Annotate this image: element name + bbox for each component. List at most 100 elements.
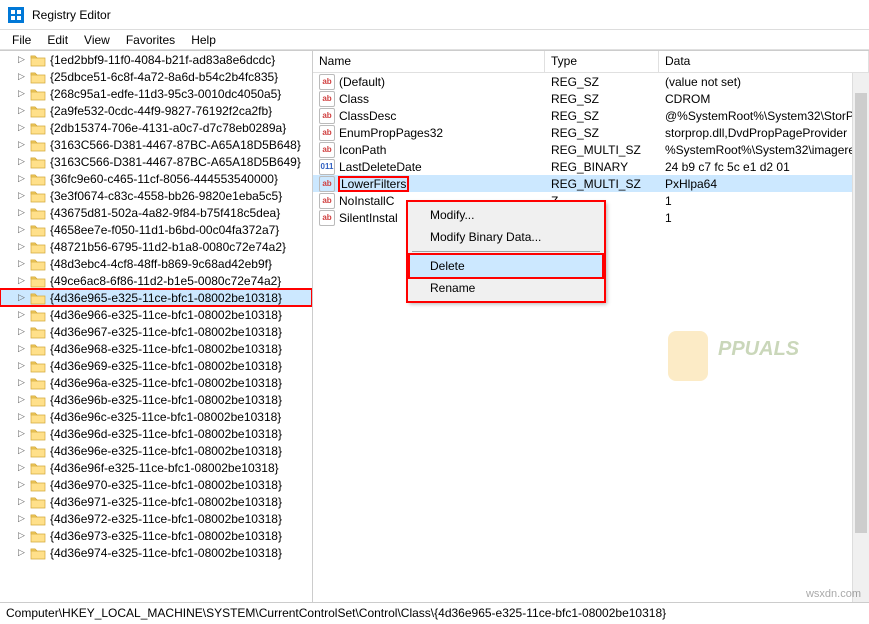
list-row[interactable]: abClassREG_SZCDROM	[313, 90, 869, 107]
tree-item[interactable]: ▷{3163C566-D381-4467-87BC-A65A18D5B649}	[0, 153, 312, 170]
tree-item[interactable]: ▷{4d36e965-e325-11ce-bfc1-08002be10318}	[0, 289, 312, 306]
expand-icon[interactable]: ▷	[16, 173, 27, 184]
tree-pane[interactable]: ▷{1ed2bbf9-11f0-4084-b21f-ad83a8e6dcdc}▷…	[0, 51, 313, 602]
expand-icon[interactable]: ▷	[16, 71, 27, 82]
expand-icon[interactable]: ▷	[16, 258, 27, 269]
folder-icon	[30, 393, 46, 407]
folder-icon	[30, 308, 46, 322]
tree-item[interactable]: ▷{1ed2bbf9-11f0-4084-b21f-ad83a8e6dcdc}	[0, 51, 312, 68]
tree-item[interactable]: ▷{43675d81-502a-4a82-9f84-b75f418c5dea}	[0, 204, 312, 221]
folder-icon	[30, 172, 46, 186]
folder-icon	[30, 495, 46, 509]
expand-icon[interactable]: ▷	[16, 241, 27, 252]
expand-icon[interactable]: ▷	[16, 479, 27, 490]
menu-file[interactable]: File	[4, 31, 39, 49]
ctx-modify[interactable]: Modify...	[410, 204, 602, 226]
tree-item[interactable]: ▷{4d36e974-e325-11ce-bfc1-08002be10318}	[0, 544, 312, 561]
expand-icon[interactable]: ▷	[16, 156, 27, 167]
expand-icon[interactable]: ▷	[16, 394, 27, 405]
tree-item[interactable]: ▷{49ce6ac8-6f86-11d2-b1e5-0080c72e74a2}	[0, 272, 312, 289]
list-row[interactable]: abEnumPropPages32REG_SZstorprop.dll,DvdP…	[313, 124, 869, 141]
folder-icon	[30, 325, 46, 339]
value-name: NoInstallC	[339, 194, 394, 208]
col-data[interactable]: Data	[659, 51, 869, 72]
expand-icon[interactable]: ▷	[16, 343, 27, 354]
expand-icon[interactable]: ▷	[16, 513, 27, 524]
list-row[interactable]: abIconPathREG_MULTI_SZ%SystemRoot%\Syste…	[313, 141, 869, 158]
folder-icon	[30, 104, 46, 118]
tree-item-label: {4d36e973-e325-11ce-bfc1-08002be10318}	[50, 529, 282, 543]
tree-item[interactable]: ▷{4d36e96f-e325-11ce-bfc1-08002be10318}	[0, 459, 312, 476]
list-row[interactable]: 011LastDeleteDateREG_BINARY24 b9 c7 fc 5…	[313, 158, 869, 175]
tree-item[interactable]: ▷{25dbce51-6c8f-4a72-8a6d-b54c2b4fc835}	[0, 68, 312, 85]
value-type: REG_MULTI_SZ	[545, 143, 659, 157]
expand-icon[interactable]: ▷	[16, 292, 27, 303]
tree-item[interactable]: ▷{2a9fe532-0cdc-44f9-9827-76192f2ca2fb}	[0, 102, 312, 119]
expand-icon[interactable]: ▷	[16, 530, 27, 541]
folder-icon	[30, 444, 46, 458]
menu-favorites[interactable]: Favorites	[118, 31, 183, 49]
tree-item[interactable]: ▷{36fc9e60-c465-11cf-8056-444553540000}	[0, 170, 312, 187]
tree-item[interactable]: ▷{4d36e96c-e325-11ce-bfc1-08002be10318}	[0, 408, 312, 425]
list-row[interactable]: abLowerFiltersREG_MULTI_SZPxHlpa64	[313, 175, 869, 192]
tree-item[interactable]: ▷{48721b56-6795-11d2-b1a8-0080c72e74a2}	[0, 238, 312, 255]
tree-item[interactable]: ▷{4d36e96b-e325-11ce-bfc1-08002be10318}	[0, 391, 312, 408]
expand-icon[interactable]: ▷	[16, 428, 27, 439]
menu-view[interactable]: View	[76, 31, 118, 49]
tree-item[interactable]: ▷{3163C566-D381-4467-87BC-A65A18D5B648}	[0, 136, 312, 153]
expand-icon[interactable]: ▷	[16, 309, 27, 320]
tree-item[interactable]: ▷{3e3f0674-c83c-4558-bb26-9820e1eba5c5}	[0, 187, 312, 204]
tree-item[interactable]: ▷ {268c95a1-edfe-11d3-95c3-0010dc4050a5}	[0, 85, 312, 102]
tree-item[interactable]: ▷{2db15374-706e-4131-a0c7-d7c78eb0289a}	[0, 119, 312, 136]
menu-help[interactable]: Help	[183, 31, 224, 49]
expand-icon[interactable]: ▷	[16, 190, 27, 201]
scrollbar-list[interactable]	[852, 73, 869, 602]
value-data: storprop.dll,DvdPropPageProvider	[659, 126, 869, 140]
expand-icon[interactable]: ▷	[16, 377, 27, 388]
expand-icon[interactable]: ▷	[16, 275, 27, 286]
value-type: REG_SZ	[545, 92, 659, 106]
expand-icon[interactable]: ▷	[16, 139, 27, 150]
ctx-rename[interactable]: Rename	[410, 277, 602, 299]
tree-item[interactable]: ▷{4658ee7e-f050-11d1-b6bd-00c04fa372a7}	[0, 221, 312, 238]
expand-icon[interactable]: ▷	[16, 54, 27, 65]
expand-icon[interactable]: ▷	[16, 445, 27, 456]
expand-icon[interactable]: ▷	[16, 411, 27, 422]
folder-icon	[30, 529, 46, 543]
value-name-cell: ab(Default)	[313, 74, 545, 90]
tree-item[interactable]: ▷{4d36e972-e325-11ce-bfc1-08002be10318}	[0, 510, 312, 527]
expand-icon[interactable]: ▷	[16, 105, 27, 116]
string-value-icon: ab	[319, 108, 335, 124]
ctx-delete[interactable]: Delete	[410, 255, 602, 277]
tree-item[interactable]: ▷{4d36e967-e325-11ce-bfc1-08002be10318}	[0, 323, 312, 340]
ctx-modify-binary[interactable]: Modify Binary Data...	[410, 226, 602, 248]
expand-icon[interactable]: ▷	[16, 547, 27, 558]
tree-item[interactable]: ▷{4d36e970-e325-11ce-bfc1-08002be10318}	[0, 476, 312, 493]
string-value-icon: ab	[319, 176, 335, 192]
expand-icon[interactable]: ▷	[16, 462, 27, 473]
expand-icon[interactable]: ▷	[16, 326, 27, 337]
expand-icon[interactable]: ▷	[16, 224, 27, 235]
expand-icon[interactable]: ▷	[16, 360, 27, 371]
tree-item[interactable]: ▷{4d36e96d-e325-11ce-bfc1-08002be10318}	[0, 425, 312, 442]
expand-icon[interactable]: ▷	[16, 496, 27, 507]
expand-icon[interactable]: ▷	[16, 207, 27, 218]
tree-item[interactable]: ▷{4d36e971-e325-11ce-bfc1-08002be10318}	[0, 493, 312, 510]
scroll-thumb[interactable]	[855, 93, 867, 533]
expand-icon[interactable]: ▷	[16, 88, 27, 99]
tree-item[interactable]: ▷{4d36e969-e325-11ce-bfc1-08002be10318}	[0, 357, 312, 374]
status-path: Computer\HKEY_LOCAL_MACHINE\SYSTEM\Curre…	[6, 606, 666, 620]
tree-item[interactable]: ▷ {4d36e973-e325-11ce-bfc1-08002be10318}	[0, 527, 312, 544]
tree-item[interactable]: ▷{4d36e96a-e325-11ce-bfc1-08002be10318}	[0, 374, 312, 391]
tree-item[interactable]: ▷{4d36e966-e325-11ce-bfc1-08002be10318}	[0, 306, 312, 323]
tree-item-label: {268c95a1-edfe-11d3-95c3-0010dc4050a5}	[50, 87, 281, 101]
tree-item[interactable]: ▷{48d3ebc4-4cf8-48ff-b869-9c68ad42eb9f}	[0, 255, 312, 272]
col-type[interactable]: Type	[545, 51, 659, 72]
expand-icon[interactable]: ▷	[16, 122, 27, 133]
tree-item[interactable]: ▷{4d36e96e-e325-11ce-bfc1-08002be10318}	[0, 442, 312, 459]
col-name[interactable]: Name	[313, 51, 545, 72]
menu-edit[interactable]: Edit	[39, 31, 76, 49]
list-row[interactable]: abClassDescREG_SZ@%SystemRoot%\System32\…	[313, 107, 869, 124]
list-row[interactable]: ab(Default)REG_SZ(value not set)	[313, 73, 869, 90]
tree-item[interactable]: ▷{4d36e968-e325-11ce-bfc1-08002be10318}	[0, 340, 312, 357]
